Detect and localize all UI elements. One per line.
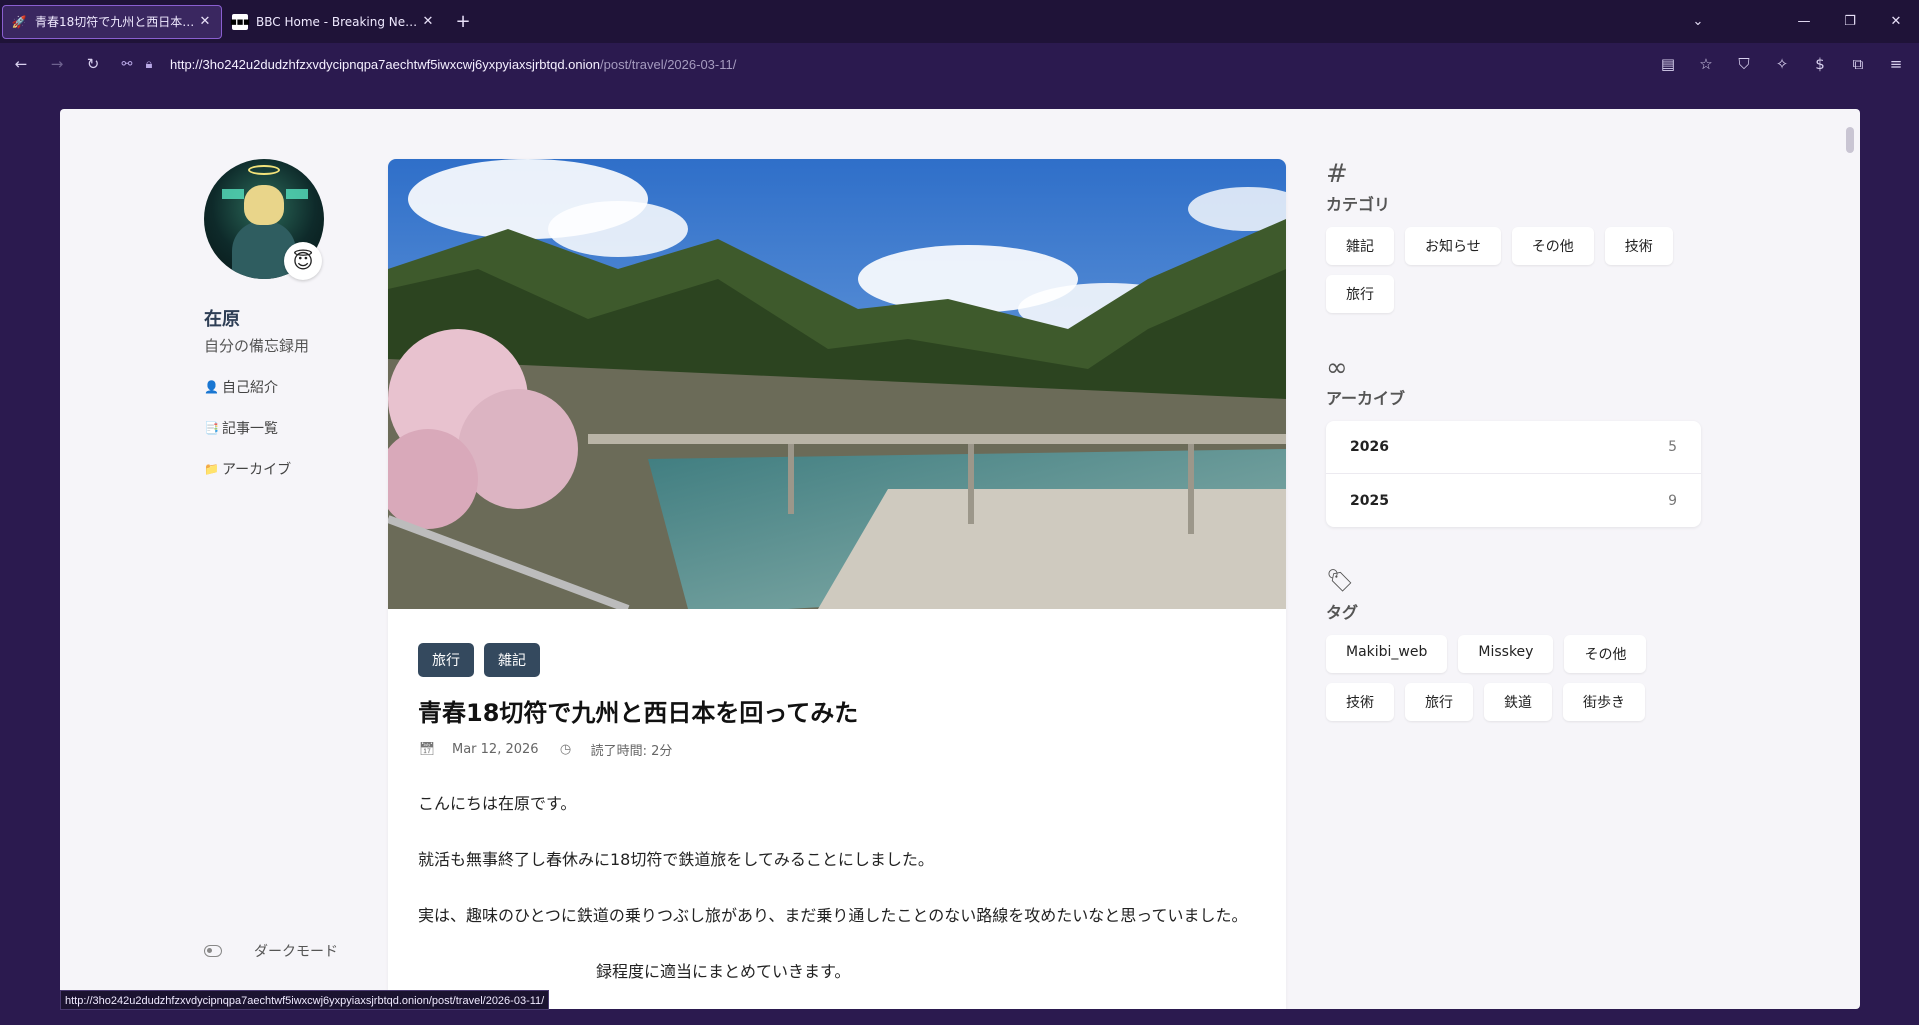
article-paragraph: 実は、趣味のひとつに鉄道の乗りつぶし旅があり、まだ乗り通したことのない路線を攻め… [418,906,1248,925]
category-pills: 旅行 雑記 [418,643,1256,677]
url-host: http://3ho242u2dudzhfzxvdycipnqpa7aechtw… [170,56,600,72]
category-link[interactable]: お知らせ [1405,227,1501,265]
page-scrollbar[interactable] [1846,127,1854,153]
article-card: 旅行 雑記 青春18切符で九州と西日本を回ってみた 📅︎ Mar 12, 202… [388,159,1286,1009]
close-window-button[interactable]: ✕ [1873,0,1919,43]
tag-link[interactable]: 鉄道 [1484,683,1552,721]
archive-section: ∞ アーカイブ 2026 5 2025 9 [1326,353,1701,527]
tag-link[interactable]: 技術 [1326,683,1394,721]
person-icon: 👤 [204,380,219,394]
nav-label: アーカイブ [222,462,292,478]
navigation-toolbar: ← → ↻ ⚯ 🔒︎ http://3ho242u2dudzhfzxvdycip… [0,43,1919,85]
bbc-icon: ■■■ [230,13,250,30]
tab-list-chevron-icon[interactable]: ⌄ [1675,0,1721,43]
hash-icon: # [1326,159,1348,189]
tag-link[interactable]: Makibi_web [1326,635,1448,673]
url-path: /post/travel/2026-03-11/ [600,56,737,72]
categories-section: # カテゴリ 雑記 お知らせ その他 技術 旅行 [1326,159,1701,313]
section-heading: アーカイブ [1326,389,1406,408]
category-link[interactable]: 旅行 [1326,275,1394,313]
article-paragraph: 録程度に適当にまとめていきます。 [596,962,851,981]
bookmark-star-icon[interactable]: ☆ [1691,49,1721,79]
tab-article[interactable]: 🚀 青春18切符で九州と西日本を回 ✕ [2,4,222,39]
web-page: 😇 在原 自分の備忘録用 👤 自己紹介 📑 記事一覧 📁 アーカイブ ダークモー… [60,109,1860,1009]
section-heading: カテゴリ [1326,195,1391,214]
tag-link[interactable]: その他 [1564,635,1647,673]
infinity-icon: ∞ [1326,353,1348,383]
reload-icon[interactable]: ↻ [78,49,108,79]
restore-button[interactable]: ❐ [1827,0,1873,43]
extensions-icon[interactable]: ⧉ [1843,49,1873,79]
folder-icon: 📁 [204,462,219,476]
author-name[interactable]: 在原 [204,305,240,331]
minimize-button[interactable]: — [1781,0,1827,43]
nav-label: 自己紹介 [222,380,278,396]
forward-arrow-icon[interactable]: → [42,49,72,79]
tag-icon: 🏷 [1326,569,1354,594]
category-link[interactable]: 雑記 [1326,227,1394,265]
nav-label: 記事一覧 [222,421,278,437]
shield-icon[interactable]: ⛉ [1729,49,1759,79]
security-level-icon[interactable]: $ [1805,49,1835,79]
section-heading: タグ [1326,603,1359,622]
onion-circuit-icon[interactable]: ⚯ [116,56,138,72]
hero-image [388,159,1286,609]
calendar-icon: 📅︎ [418,742,436,757]
rocket-icon: 🚀 [11,14,27,29]
article-paragraph: こんにちは在原です。 [418,794,577,813]
profile-nav: 👤 自己紹介 📑 記事一覧 📁 アーカイブ [204,377,291,500]
archive-count: 5 [1668,439,1677,455]
archive-count: 9 [1668,492,1677,509]
list-icon: 📑 [204,421,219,435]
category-link[interactable]: その他 [1511,227,1594,265]
reader-view-icon[interactable]: ▤ [1653,49,1683,79]
tag-link[interactable]: Misskey [1458,635,1554,673]
category-pill[interactable]: 旅行 [418,643,474,677]
article-title: 青春18切符で九州と西日本を回ってみた [418,699,859,727]
lock-icon[interactable]: 🔒︎ [138,56,160,72]
article-paragraph: 就活も無事終了し春休みに18切符で鉄道旅をしてみることにしました。 [418,850,934,869]
new-identity-broom-icon[interactable]: ✧ [1767,49,1797,79]
status-badge: 😇 [284,242,322,280]
clock-icon: ◷ [559,742,572,757]
dark-mode-label: ダークモード [254,944,338,960]
close-tab-icon[interactable]: ✕ [420,14,436,29]
tags-section: 🏷 タグ Makibi_web Misskey その他 技術 旅行 鉄道 街歩き [1326,567,1701,721]
new-tab-button[interactable]: + [450,9,476,35]
address-bar[interactable]: ⚯ 🔒︎ http://3ho242u2dudzhfzxvdycipnqpa7a… [116,49,1645,79]
tag-link[interactable]: 旅行 [1405,683,1473,721]
reading-time: 読了時間: 2分 [590,744,673,759]
tab-bbc[interactable]: ■■■ BBC Home - Breaking News, W ✕ [224,5,444,39]
archive-row[interactable]: 2025 9 [1326,474,1701,527]
archive-year: 2026 [1350,439,1389,455]
author-tagline: 自分の備忘録用 [204,337,310,355]
dark-mode-toggle[interactable]: ダークモード [204,941,338,961]
status-bar-link-preview: http://3ho242u2dudzhfzxvdycipnqpa7aechtw… [60,990,550,1010]
tag-link[interactable]: 街歩き [1563,683,1645,721]
close-tab-icon[interactable]: ✕ [197,14,213,29]
archive-row[interactable]: 2026 5 [1326,421,1701,474]
archive-list: 2026 5 2025 9 [1326,421,1701,527]
tab-title: BBC Home - Breaking News, W [256,14,420,29]
nav-posts[interactable]: 📑 記事一覧 [204,418,291,438]
nav-archive[interactable]: 📁 アーカイブ [204,459,291,479]
tab-title: 青春18切符で九州と西日本を回 [35,15,197,29]
archive-year: 2025 [1350,492,1389,509]
article-meta: 📅︎ Mar 12, 2026 ◷ 読了時間: 2分 [418,740,1256,759]
menu-icon[interactable]: ≡ [1881,49,1911,79]
back-arrow-icon[interactable]: ← [6,49,36,79]
right-sidebar: # カテゴリ 雑記 お知らせ その他 技術 旅行 ∞ アーカイブ 2026 5 … [1326,159,1701,761]
category-pill[interactable]: 雑記 [484,643,540,677]
toggle-icon [204,945,222,957]
tab-strip: 🚀 青春18切符で九州と西日本を回 ✕ ■■■ BBC Home - Break… [0,0,1919,43]
publish-date: Mar 12, 2026 [452,742,539,757]
nav-about[interactable]: 👤 自己紹介 [204,377,291,397]
category-link[interactable]: 技術 [1604,227,1673,265]
